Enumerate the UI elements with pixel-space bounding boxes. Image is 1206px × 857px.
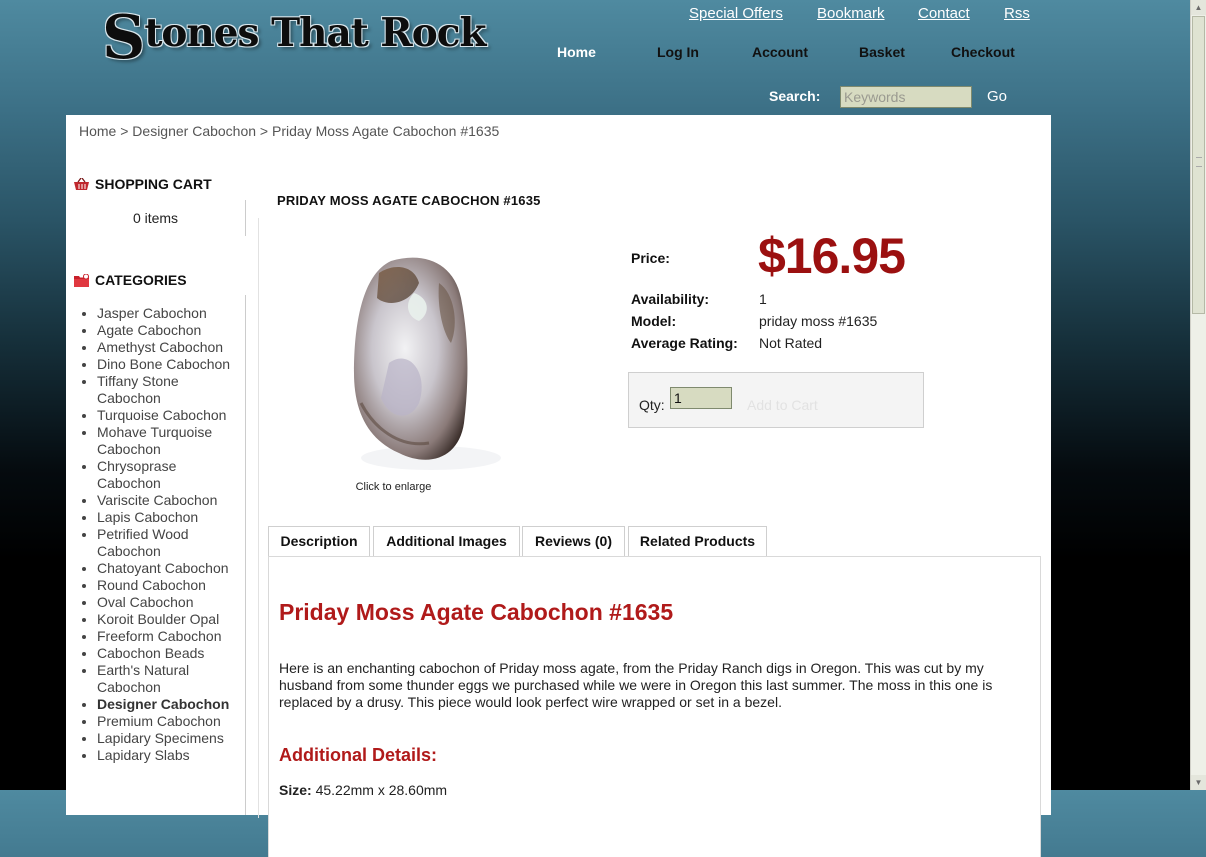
category-item[interactable]: Chatoyant Cabochon bbox=[97, 560, 242, 577]
category-item[interactable]: Lapis Cabochon bbox=[97, 509, 242, 526]
category-item[interactable]: Petrified Wood Cabochon bbox=[97, 526, 242, 560]
click-to-enlarge-caption[interactable]: Click to enlarge bbox=[306, 481, 481, 493]
price-value: $16.95 bbox=[758, 228, 906, 284]
price-label: Price: bbox=[631, 250, 670, 266]
add-to-cart-box: Qty: Add to Cart bbox=[628, 372, 924, 428]
basket-icon bbox=[74, 177, 89, 190]
search-go-button[interactable]: Go bbox=[987, 88, 1007, 105]
category-item-active[interactable]: Designer Cabochon bbox=[97, 696, 242, 713]
description-heading: Priday Moss Agate Cabochon #1635 bbox=[279, 599, 674, 625]
tab-reviews[interactable]: Reviews (0) bbox=[522, 526, 625, 556]
category-item[interactable]: Dino Bone Cabochon bbox=[97, 356, 242, 373]
quantity-input[interactable] bbox=[670, 387, 732, 409]
special-offers-link[interactable]: Special Offers bbox=[689, 5, 783, 22]
site-logo[interactable]: Stones That Rock bbox=[102, 8, 487, 68]
model-label: Model: bbox=[631, 313, 677, 329]
categories-title: CATEGORIES bbox=[95, 272, 187, 288]
category-item[interactable]: Jasper Cabochon bbox=[97, 305, 242, 322]
category-item[interactable]: Freeform Cabochon bbox=[97, 628, 242, 645]
tab-additional-images[interactable]: Additional Images bbox=[373, 526, 520, 556]
tab-description[interactable]: Description bbox=[268, 526, 370, 558]
nav-log-in[interactable]: Log In bbox=[657, 44, 699, 60]
rating-value: Not Rated bbox=[759, 335, 823, 351]
shopping-cart-title: SHOPPING CART bbox=[95, 176, 212, 192]
model-value: priday moss #1635 bbox=[759, 313, 878, 329]
category-item[interactable]: Agate Cabochon bbox=[97, 322, 242, 339]
additional-details-heading: Additional Details: bbox=[279, 745, 438, 765]
size-value: 45.22mm x 28.60mm bbox=[315, 782, 448, 798]
logo-text: tones That Rock bbox=[144, 10, 486, 56]
category-item[interactable]: Amethyst Cabochon bbox=[97, 339, 242, 356]
shopping-cart-box-title: SHOPPING CART bbox=[74, 176, 212, 192]
divider bbox=[245, 200, 246, 236]
rating-label: Average Rating: bbox=[631, 335, 738, 351]
bookmark-link[interactable]: Bookmark bbox=[817, 5, 885, 22]
category-item[interactable]: Mohave Turquoise Cabochon bbox=[97, 424, 242, 458]
tab-related-products[interactable]: Related Products bbox=[628, 526, 767, 556]
category-item[interactable]: Turquoise Cabochon bbox=[97, 407, 242, 424]
folder-icon bbox=[74, 273, 89, 287]
cart-item-count: 0 items bbox=[132, 210, 179, 226]
qty-label: Qty: bbox=[639, 397, 665, 413]
divider bbox=[258, 218, 259, 818]
scroll-thumb[interactable] bbox=[1192, 16, 1205, 314]
category-list: Jasper Cabochon Agate Cabochon Amethyst … bbox=[97, 305, 242, 764]
description-text: Here is an enchanting cabochon of Priday… bbox=[279, 660, 993, 710]
product-image[interactable] bbox=[319, 253, 529, 478]
breadcrumb[interactable]: Home > Designer Cabochon > Priday Moss A… bbox=[79, 123, 499, 139]
category-item[interactable]: Earth's Natural Cabochon bbox=[97, 662, 242, 696]
divider bbox=[245, 295, 246, 815]
logo-initial: S bbox=[102, 3, 145, 73]
size-row: Size: 45.22mm x 28.60mm bbox=[279, 782, 447, 798]
rss-link[interactable]: Rss bbox=[1004, 5, 1030, 22]
category-item[interactable]: Premium Cabochon bbox=[97, 713, 242, 730]
nav-basket[interactable]: Basket bbox=[859, 44, 905, 60]
content-panel: Home > Designer Cabochon > Priday Moss A… bbox=[66, 115, 1051, 857]
scroll-down-arrow-icon[interactable]: ▼ bbox=[1191, 775, 1206, 790]
categories-box-title: CATEGORIES bbox=[74, 272, 187, 288]
size-label: Size: bbox=[279, 782, 312, 798]
product-title: PRIDAY MOSS AGATE CABOCHON #1635 bbox=[277, 193, 541, 208]
vertical-scrollbar[interactable]: ▲ ▼ bbox=[1190, 0, 1206, 790]
nav-checkout[interactable]: Checkout bbox=[951, 44, 1015, 60]
nav-home[interactable]: Home bbox=[557, 44, 596, 60]
availability-label: Availability: bbox=[631, 291, 710, 307]
scroll-up-arrow-icon[interactable]: ▲ bbox=[1191, 0, 1206, 15]
description-panel: Priday Moss Agate Cabochon #1635 Here is… bbox=[268, 556, 1041, 857]
category-item[interactable]: Lapidary Slabs bbox=[97, 747, 242, 764]
category-item[interactable]: Cabochon Beads bbox=[97, 645, 242, 662]
category-item[interactable]: Oval Cabochon bbox=[97, 594, 242, 611]
category-item[interactable]: Round Cabochon bbox=[97, 577, 242, 594]
search-input[interactable] bbox=[840, 86, 972, 108]
nav-account[interactable]: Account bbox=[752, 44, 808, 60]
category-item[interactable]: Variscite Cabochon bbox=[97, 492, 242, 509]
category-item[interactable]: Koroit Boulder Opal bbox=[97, 611, 242, 628]
category-item[interactable]: Chrysoprase Cabochon bbox=[97, 458, 242, 492]
add-to-cart-button[interactable]: Add to Cart bbox=[747, 397, 818, 413]
category-item[interactable]: Tiffany Stone Cabochon bbox=[97, 373, 242, 407]
grip-icon bbox=[1196, 157, 1202, 167]
contact-link[interactable]: Contact bbox=[918, 5, 970, 22]
category-item[interactable]: Lapidary Specimens bbox=[97, 730, 242, 747]
search-label: Search: bbox=[769, 88, 821, 104]
availability-value: 1 bbox=[759, 291, 767, 307]
